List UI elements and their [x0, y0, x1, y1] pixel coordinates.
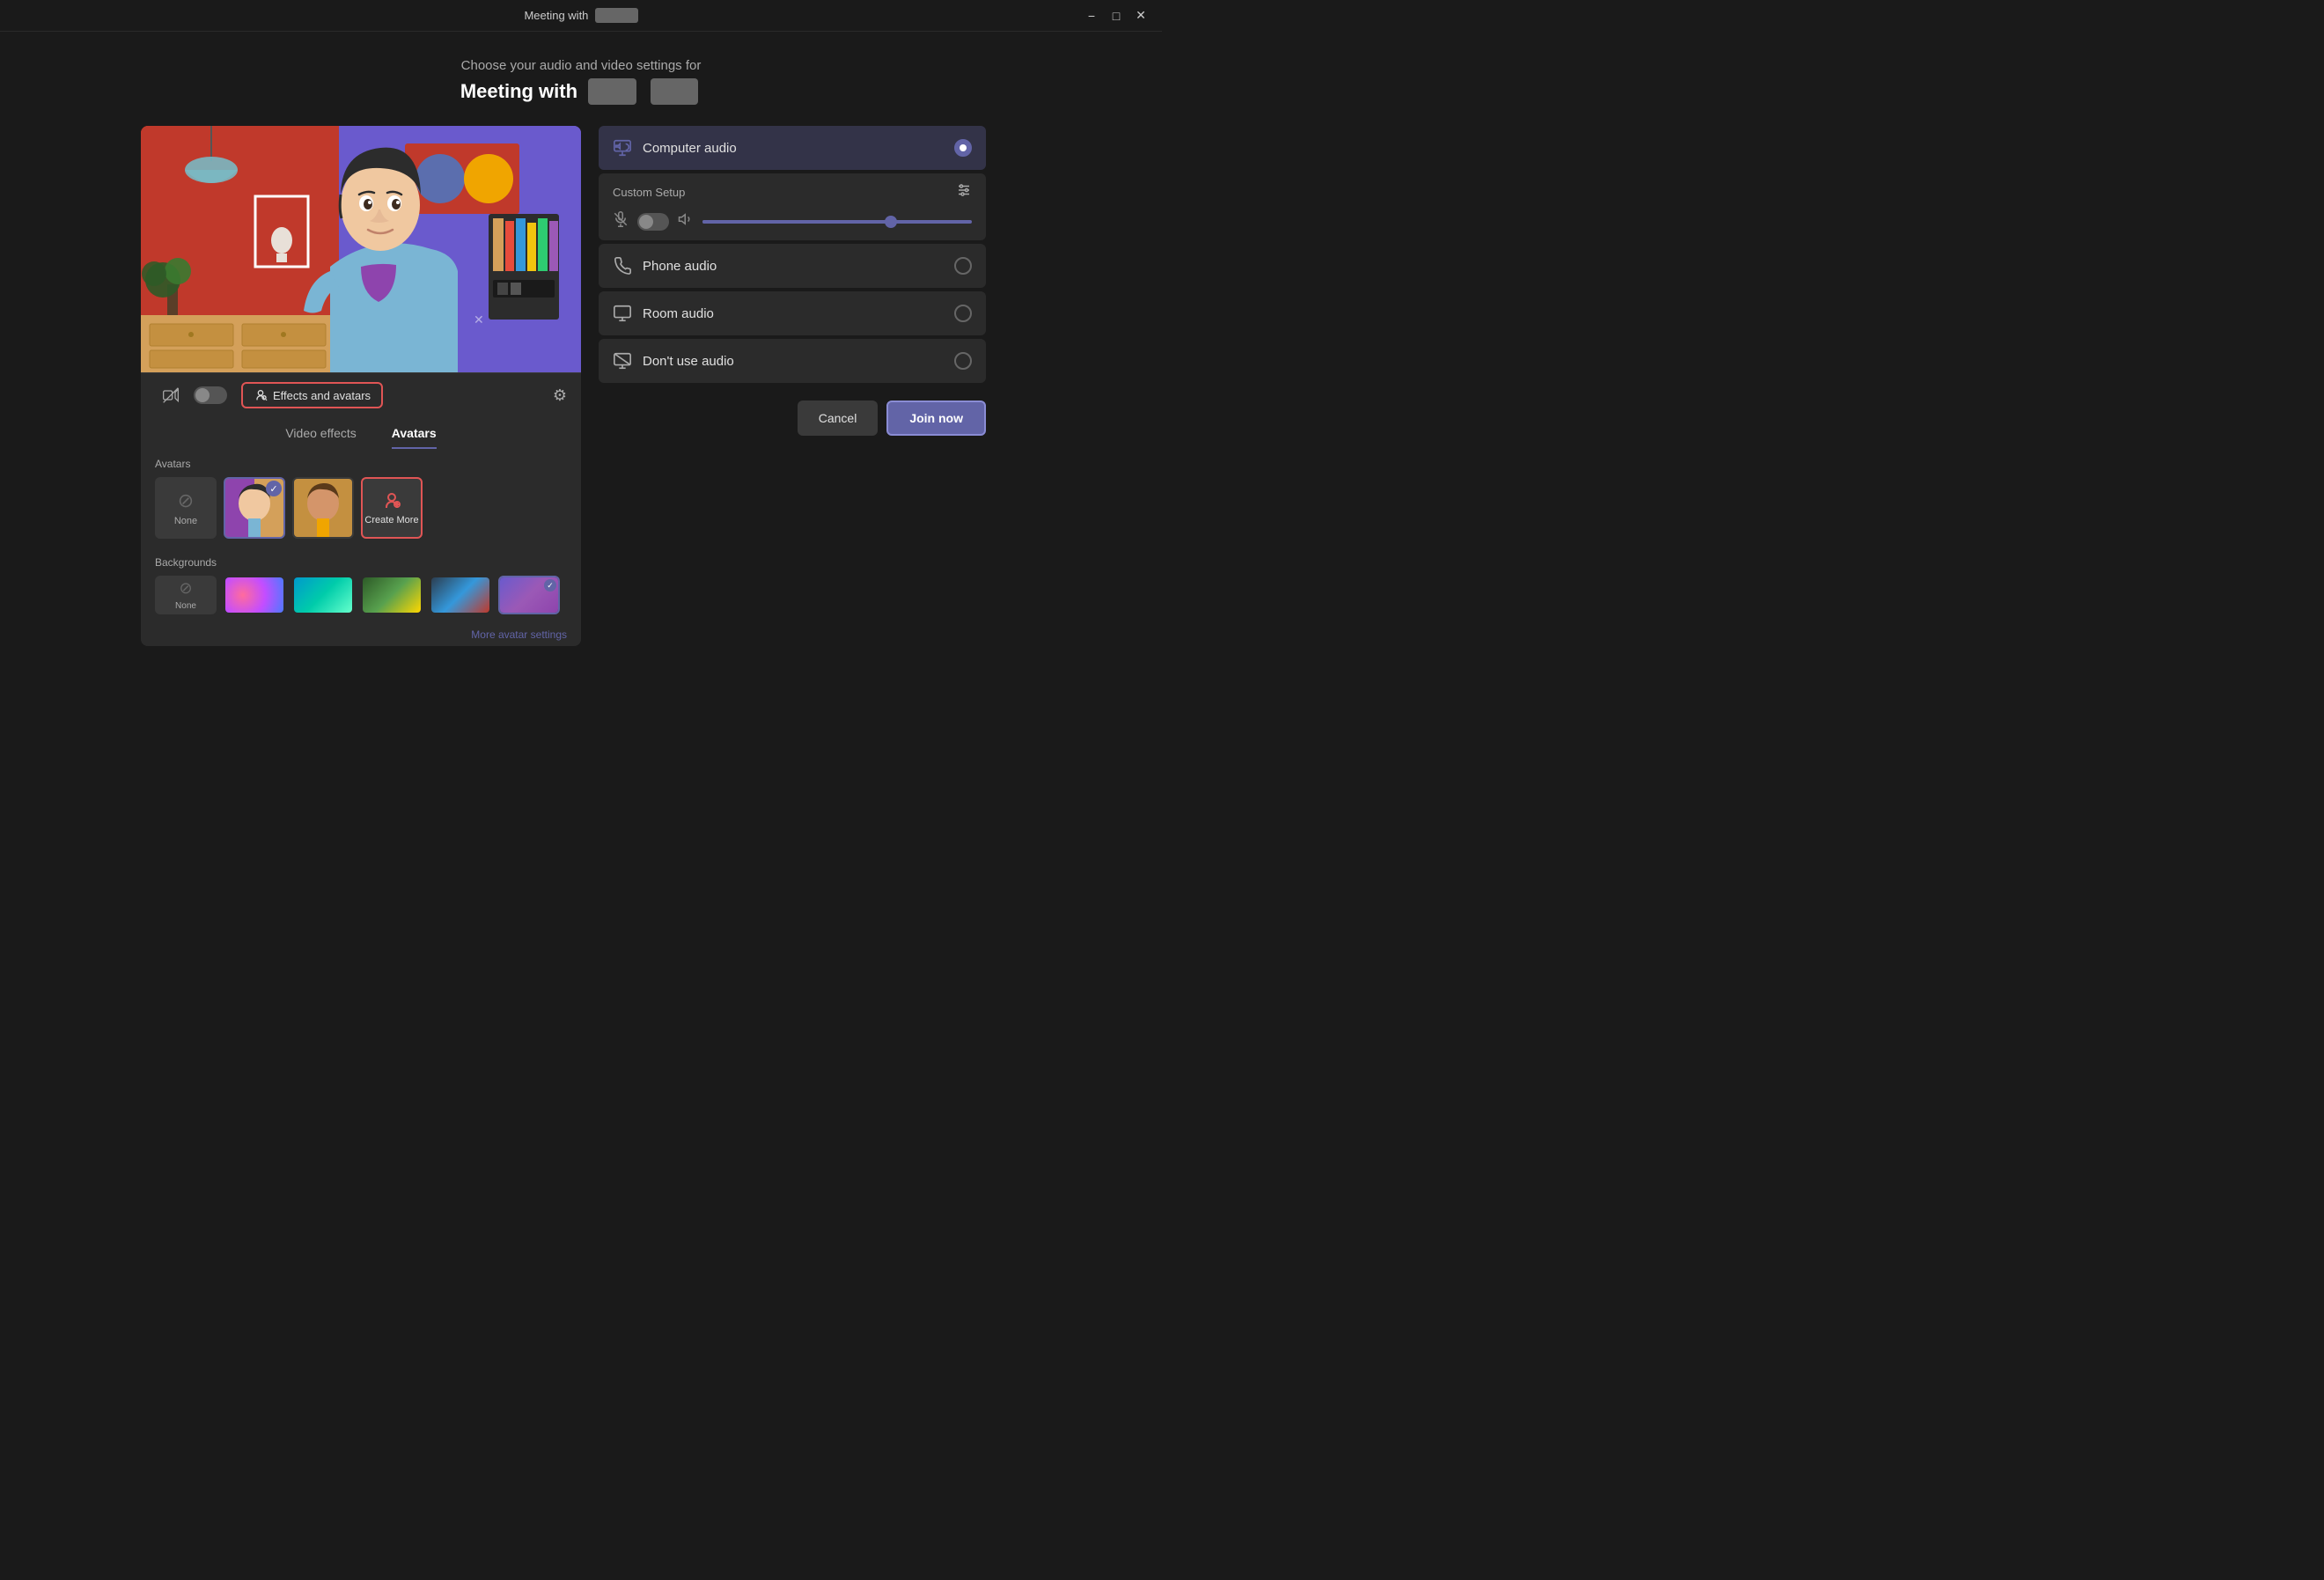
avatar-scene-svg: ✕	[141, 126, 581, 372]
phone-audio-radio	[954, 257, 972, 275]
camera-toggle[interactable]	[194, 386, 227, 404]
no-audio-label: Don't use audio	[643, 354, 944, 369]
window-title: Meeting with	[81, 8, 1081, 23]
custom-setup-header: Custom Setup	[613, 182, 972, 202]
volume-slider[interactable]	[702, 220, 972, 224]
more-avatar-settings-link[interactable]: More avatar settings	[141, 623, 581, 646]
bg-particles-item[interactable]	[224, 576, 285, 614]
computer-audio-option[interactable]: Computer audio	[599, 126, 986, 170]
camera-off-icon	[162, 386, 180, 404]
effects-avatars-button[interactable]: Effects and avatars	[241, 382, 383, 408]
create-more-label: Create More	[364, 515, 418, 525]
meeting-name-blurred1	[588, 78, 636, 105]
backgrounds-section: Backgrounds ⊘ None ✓	[141, 547, 581, 623]
cancel-button[interactable]: Cancel	[798, 401, 879, 436]
backgrounds-items-row: ⊘ None ✓	[155, 576, 567, 614]
meeting-title: Meeting with	[460, 78, 702, 105]
bg-modern-item[interactable]	[430, 576, 491, 614]
meeting-label: Meeting with	[460, 80, 577, 103]
volume-thumb[interactable]	[885, 216, 897, 228]
title-blurred-name	[595, 8, 638, 23]
room-audio-radio	[954, 305, 972, 322]
avatar-2-thumbnail	[294, 479, 352, 537]
computer-audio-icon	[613, 138, 632, 158]
custom-setup-label: Custom Setup	[613, 186, 685, 199]
no-audio-icon	[613, 351, 632, 371]
settings-icon: ⚙	[553, 386, 567, 404]
bg-none-icon: ⊘	[179, 579, 192, 598]
none-circle-icon: ⊘	[178, 489, 194, 512]
effects-btn-label: Effects and avatars	[273, 389, 371, 402]
bg-selected-item[interactable]: ✓	[498, 576, 560, 614]
volume-row	[613, 211, 972, 231]
avatars-section-label: Avatars	[155, 458, 567, 470]
no-audio-option[interactable]: Don't use audio	[599, 339, 986, 383]
speaker-icon	[678, 211, 694, 227]
avatar-1-check: ✓	[266, 481, 282, 496]
join-now-button[interactable]: Join now	[886, 401, 986, 436]
bg-ocean-item[interactable]	[292, 576, 354, 614]
title-text: Meeting with	[524, 9, 588, 22]
volume-toggle[interactable]	[637, 213, 669, 231]
tabs-row: Video effects Avatars	[141, 417, 581, 449]
no-audio-radio	[954, 352, 972, 370]
custom-setup-settings-button[interactable]	[956, 182, 972, 202]
minimize-button[interactable]: −	[1081, 5, 1102, 26]
bg-none-item[interactable]: ⊘ None	[155, 576, 217, 614]
custom-setup-row: Custom Setup	[599, 173, 986, 240]
computer-audio-radio	[954, 139, 972, 157]
bg-none-label: None	[175, 601, 196, 611]
bg-forest-item[interactable]	[361, 576, 423, 614]
room-audio-option[interactable]: Room audio	[599, 291, 986, 335]
room-audio-label: Room audio	[643, 306, 944, 321]
subtitle-text: Choose your audio and video settings for	[461, 58, 702, 73]
title-bar: Meeting with − □ ✕	[0, 0, 1162, 32]
avatar-2-item[interactable]	[292, 477, 354, 539]
create-more-item[interactable]: Create More	[361, 477, 423, 539]
tab-video-effects[interactable]: Video effects	[285, 426, 356, 449]
none-label: None	[174, 516, 197, 526]
volume-fill	[702, 220, 891, 224]
meeting-name-blurred2	[651, 78, 699, 105]
audio-panel: Computer audio Custom Setup	[599, 126, 986, 436]
action-buttons-row: Cancel Join now	[599, 401, 986, 436]
computer-audio-label: Computer audio	[643, 141, 944, 156]
sliders-icon	[956, 182, 972, 198]
tab-avatars[interactable]: Avatars	[392, 426, 437, 449]
backgrounds-label: Backgrounds	[155, 556, 567, 569]
svg-text:✕: ✕	[474, 312, 484, 327]
create-more-icon	[381, 490, 402, 511]
avatar-none-item[interactable]: ⊘ None	[155, 477, 217, 539]
room-audio-icon	[613, 304, 632, 323]
main-content: Choose your audio and video settings for…	[0, 32, 1162, 646]
settings-button[interactable]: ⚙	[553, 386, 567, 405]
camera-off-button[interactable]	[155, 383, 187, 408]
maximize-button[interactable]: □	[1106, 5, 1127, 26]
phone-audio-icon	[613, 256, 632, 276]
video-controls-bar: Effects and avatars ⚙	[141, 372, 581, 417]
settings-columns: ✕ Effects and avatars ⚙ V	[141, 126, 1021, 646]
phone-audio-option[interactable]: Phone audio	[599, 244, 986, 288]
mic-muted-icon	[613, 211, 629, 227]
avatars-items-row: ⊘ None	[155, 477, 567, 539]
window-controls: − □ ✕	[1081, 5, 1151, 26]
avatar-1-wrap: ✓	[224, 477, 285, 539]
mic-muted-button[interactable]	[613, 211, 629, 231]
video-panel: ✕ Effects and avatars ⚙ V	[141, 126, 581, 646]
bg-check-icon: ✓	[544, 579, 556, 592]
speaker-button[interactable]	[678, 211, 694, 231]
avatars-section: Avatars ⊘ None	[141, 449, 581, 547]
close-button[interactable]: ✕	[1130, 5, 1151, 26]
phone-audio-label: Phone audio	[643, 259, 944, 274]
video-preview: ✕	[141, 126, 581, 372]
effects-icon	[254, 388, 268, 402]
